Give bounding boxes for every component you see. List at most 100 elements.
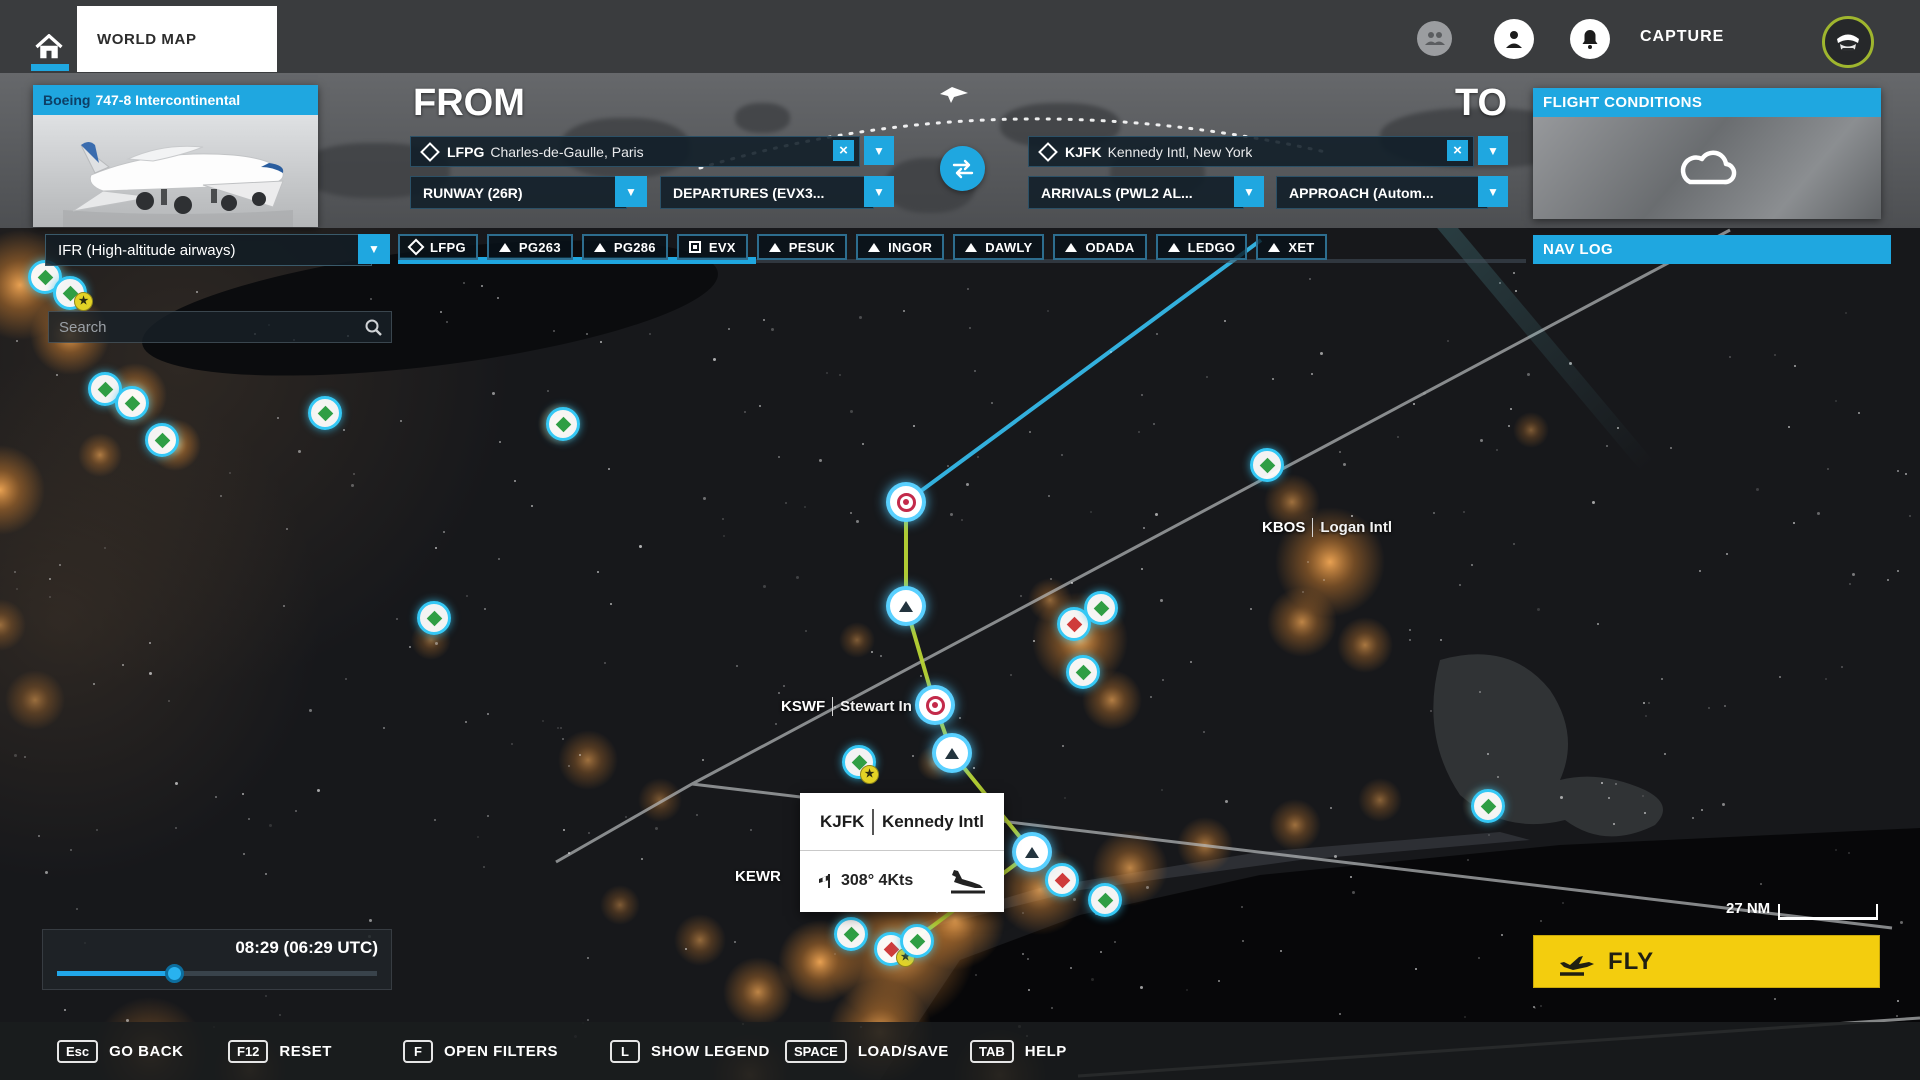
airport-diamond-icon: [1054, 872, 1070, 888]
from-clear-button[interactable]: ×: [833, 140, 854, 161]
airport-marker[interactable]: [115, 386, 149, 420]
approach-dropdown-button[interactable]: ▼: [1478, 176, 1508, 207]
departures-dropdown-button[interactable]: ▼: [864, 176, 894, 207]
waypoint-chip-xet[interactable]: XET: [1256, 234, 1327, 260]
route-vor-marker[interactable]: [915, 685, 955, 725]
shortcut-open-filters[interactable]: F OPEN FILTERS: [403, 1022, 558, 1080]
airport-diamond-icon: [555, 416, 571, 432]
profile-button[interactable]: [1494, 19, 1534, 59]
airport-diamond-icon: [124, 395, 140, 411]
to-clear-button[interactable]: ×: [1447, 140, 1468, 161]
airport-marker[interactable]: [1471, 789, 1505, 823]
waypoint-chip-pesuk[interactable]: PESUK: [756, 234, 848, 260]
to-airport-field[interactable]: KJFK Kennedy Intl, New York: [1028, 136, 1474, 167]
search-input[interactable]: [49, 318, 364, 336]
airport-marker[interactable]: [308, 396, 342, 430]
waypoint-triangle-icon: [899, 600, 913, 612]
route-vor-marker[interactable]: [886, 482, 926, 522]
shortcut-show-legend[interactable]: L SHOW LEGEND: [610, 1022, 770, 1080]
airport-marker[interactable]: [417, 601, 451, 635]
route-mode-dropdown-button[interactable]: ▼: [358, 234, 390, 264]
shortcut-bar: Esc GO BACK F12 RESET F OPEN FILTERS L S…: [0, 1022, 1920, 1080]
map-scale: 27 NM: [1726, 900, 1879, 920]
bell-icon: [1582, 30, 1598, 49]
scale-ruler: [1778, 904, 1879, 920]
airport-marker[interactable]: [900, 924, 934, 958]
waypoint-chip-ingor[interactable]: INGOR: [856, 234, 945, 260]
route-waypoint-marker[interactable]: [1012, 832, 1052, 872]
fly-button[interactable]: FLY: [1533, 935, 1880, 988]
airport-diamond-icon: [1259, 457, 1275, 473]
route-waypoint-marker[interactable]: [886, 586, 926, 626]
shortcut-go-back[interactable]: Esc GO BACK: [57, 1022, 183, 1080]
time-slider-track[interactable]: [57, 964, 377, 983]
fly-label: FLY: [1608, 947, 1655, 975]
departures-select[interactable]: DEPARTURES (EVX3...: [660, 176, 874, 209]
nav-log-button[interactable]: NAV LOG: [1533, 235, 1891, 264]
friends-button[interactable]: [1417, 21, 1452, 56]
swap-arrows-icon: [952, 159, 973, 178]
chevron-down-icon: ▼: [1487, 143, 1499, 158]
to-airport-dropdown-button[interactable]: ▼: [1478, 136, 1508, 165]
airport-marker[interactable]: [1045, 863, 1079, 897]
swap-from-to-button[interactable]: [940, 146, 985, 191]
shortcut-reset[interactable]: F12 RESET: [228, 1022, 332, 1080]
shortcut-label: LOAD/SAVE: [857, 1042, 949, 1060]
tab-world-map[interactable]: WORLD MAP: [77, 6, 277, 72]
from-airport-dropdown-button[interactable]: ▼: [864, 136, 894, 165]
waypoint-chip-lfpg[interactable]: LFPG: [398, 234, 478, 260]
waypoint-chip-evx[interactable]: EVX: [676, 234, 748, 260]
shortcut-help[interactable]: TAB HELP: [970, 1022, 1067, 1080]
search-icon: [365, 319, 382, 336]
airport-marker[interactable]: [1250, 448, 1284, 482]
airport-diamond-icon: [97, 381, 113, 397]
fuel-star-icon: ★: [860, 765, 879, 784]
time-readout: 08:29 (06:29 UTC): [235, 938, 378, 957]
time-slider-knob[interactable]: [165, 964, 184, 983]
aircraft-brand: Boeing: [43, 92, 91, 108]
waypoint-chip-odada[interactable]: ODADA: [1053, 234, 1147, 260]
airport-marker[interactable]: [546, 407, 580, 441]
waypoint-label: INGOR: [888, 239, 933, 255]
route-waypoint-marker[interactable]: [932, 733, 972, 773]
airport-marker[interactable]: [1066, 655, 1100, 689]
top-bar: [0, 0, 1920, 73]
waypoint-chip-pg263[interactable]: PG263: [486, 234, 573, 260]
waypoint-chip-ledgo[interactable]: LEDGO: [1155, 234, 1248, 260]
arrivals-dropdown-button[interactable]: ▼: [1234, 176, 1264, 207]
waypoint-label: LFPG: [430, 239, 466, 255]
capture-button[interactable]: CAPTURE: [1640, 28, 1724, 46]
popup-header: KJFK Kennedy Intl: [800, 793, 1004, 851]
vor-icon: [896, 492, 916, 512]
from-airport-field[interactable]: LFPG Charles-de-Gaulle, Paris: [410, 136, 860, 167]
notifications-button[interactable]: [1570, 19, 1610, 59]
airport-name: Stewart In: [840, 698, 912, 715]
triangle-icon: [965, 242, 978, 252]
airport-marker[interactable]: [1088, 883, 1122, 917]
waypoint-chip-dawly[interactable]: DAWLY: [953, 234, 1045, 260]
waypoint-chip-pg286[interactable]: PG286: [581, 234, 668, 260]
airport-marker[interactable]: [834, 917, 868, 951]
route-mode-select[interactable]: IFR (High-altitude airways): [45, 234, 372, 266]
arrivals-value: ARRIVALS (PWL2 AL...: [1041, 184, 1193, 201]
shortcut-label: SHOW LEGEND: [651, 1042, 770, 1060]
from-title: FROM: [413, 82, 525, 124]
arrivals-select[interactable]: ARRIVALS (PWL2 AL...: [1028, 176, 1244, 209]
runway-value: RUNWAY (26R): [423, 184, 523, 201]
departures-value: DEPARTURES (EVX3...: [673, 184, 825, 201]
pilot-avatar[interactable]: [1822, 16, 1874, 68]
home-icon[interactable]: [34, 34, 64, 60]
aircraft-card[interactable]: Boeing 747-8 Intercontinental: [33, 85, 318, 227]
shortcut-load-save[interactable]: SPACE LOAD/SAVE: [785, 1022, 949, 1080]
key-cap: L: [610, 1039, 640, 1063]
airport-marker[interactable]: [145, 423, 179, 457]
approach-select[interactable]: APPROACH (Autom...: [1276, 176, 1488, 209]
runway-dropdown-button[interactable]: ▼: [615, 176, 647, 207]
airport-diamond-icon: [317, 405, 333, 421]
airport-marker[interactable]: [1084, 591, 1118, 625]
airport-diamond-icon: [37, 269, 53, 285]
flight-conditions-panel[interactable]: FLIGHT CONDITIONS: [1533, 88, 1881, 219]
square-icon: [688, 241, 701, 253]
label-divider: [832, 697, 834, 716]
runway-select[interactable]: RUNWAY (26R): [410, 176, 627, 209]
